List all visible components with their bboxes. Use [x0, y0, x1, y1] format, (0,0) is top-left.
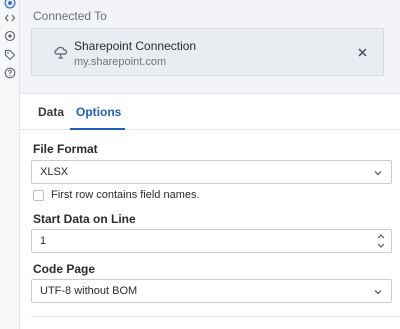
tab-options[interactable]: Options	[76, 105, 121, 119]
settings-icon[interactable]	[3, 0, 17, 10]
chevron-down-icon	[377, 243, 385, 248]
tag-icon[interactable]	[3, 48, 17, 62]
cloud-connection-icon	[52, 44, 70, 62]
connection-name: Sharepoint Connection	[74, 39, 197, 53]
close-icon	[357, 47, 367, 57]
decrement-button[interactable]	[376, 242, 386, 250]
file-format-label: File Format	[33, 142, 98, 156]
start-line-stepper	[376, 232, 386, 250]
start-line-value: 1	[40, 235, 47, 247]
tab-bar: Data Options	[20, 96, 400, 130]
remove-connection-button[interactable]	[353, 43, 371, 61]
code-page-select[interactable]: UTF-8 without BOM	[31, 279, 392, 303]
tab-data[interactable]: Data	[38, 105, 64, 119]
properties-panel: Connected To Sharepoint Connection my.sh…	[20, 0, 400, 329]
chevron-up-icon	[377, 234, 385, 239]
help-icon[interactable]	[3, 66, 17, 80]
connection-card: Sharepoint Connection my.sharepoint.com	[31, 28, 384, 76]
chevron-down-icon	[374, 290, 382, 295]
icon-rail	[0, 0, 20, 329]
code-page-label: Code Page	[33, 262, 96, 276]
section-divider	[31, 316, 400, 317]
connected-to-label: Connected To	[33, 9, 107, 23]
code-icon[interactable]	[3, 11, 17, 25]
start-line-input[interactable]: 1	[31, 229, 392, 253]
start-line-label: Start Data on Line	[33, 212, 136, 226]
connection-section: Connected To Sharepoint Connection my.sh…	[20, 0, 400, 94]
first-row-field-names-label: First row contains field names.	[51, 189, 200, 201]
active-tab-indicator	[70, 128, 125, 130]
chevron-down-icon	[374, 171, 382, 176]
header-row-option: First row contains field names.	[33, 188, 200, 202]
file-format-select[interactable]: XLSX	[31, 160, 392, 184]
first-row-field-names-checkbox[interactable]	[33, 189, 44, 201]
target-icon[interactable]	[3, 29, 17, 43]
file-format-value: XLSX	[40, 166, 69, 178]
connection-url: my.sharepoint.com	[74, 56, 167, 68]
code-page-value: UTF-8 without BOM	[40, 285, 138, 297]
increment-button[interactable]	[376, 232, 386, 240]
